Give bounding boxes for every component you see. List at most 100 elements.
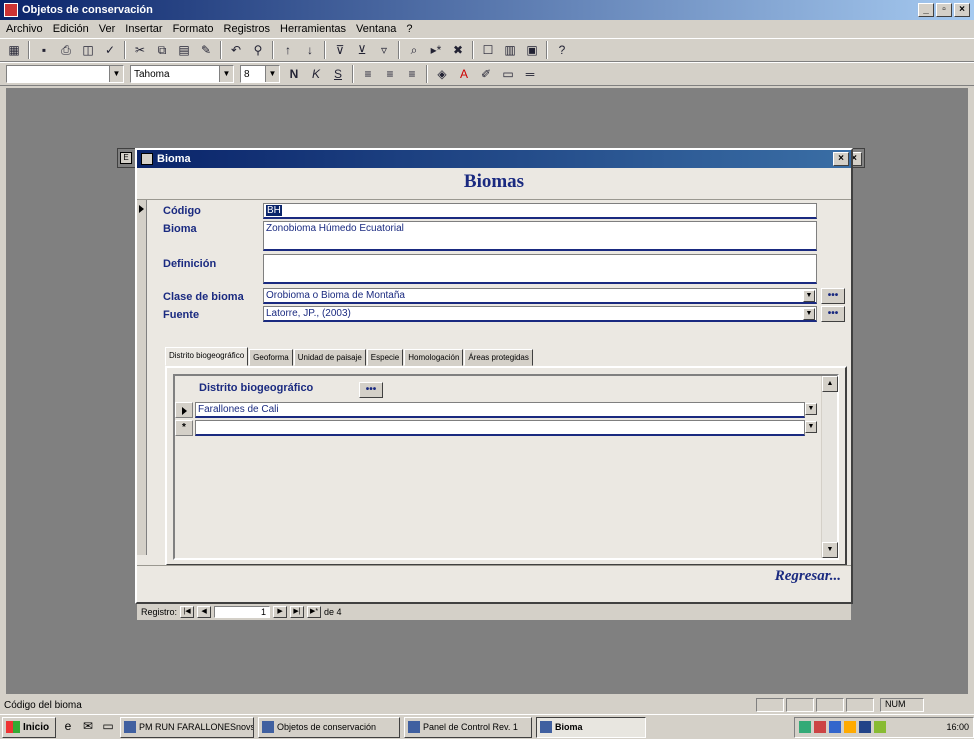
align-center-icon[interactable]: ≡ <box>382 66 398 82</box>
font-size-combo[interactable]: 8 ▼ <box>240 65 280 83</box>
record-number-input[interactable]: 1 <box>214 606 271 618</box>
bioma-field[interactable]: Zonobioma Húmedo Ecuatorial <box>263 221 817 251</box>
outlook-icon[interactable]: ✉ <box>80 719 96 735</box>
copy-icon[interactable]: ⧉ <box>154 42 170 58</box>
view-icon[interactable]: ▦ <box>6 42 22 58</box>
tab-homologacion[interactable]: Homologación <box>404 349 464 366</box>
chevron-down-icon[interactable]: ▼ <box>219 66 233 82</box>
font-color-icon[interactable]: A <box>456 66 472 82</box>
fuente-field[interactable]: Latorre, JP., (2003) <box>263 306 817 322</box>
help-icon[interactable]: ? <box>554 42 570 58</box>
italic-icon[interactable]: K <box>308 66 324 82</box>
minimize-button[interactable]: _ <box>918 3 934 17</box>
ie-icon[interactable]: e <box>60 719 76 735</box>
align-right-icon[interactable]: ≡ <box>404 66 420 82</box>
sort-descending-icon[interactable]: ↓ <box>302 42 318 58</box>
close-button[interactable]: × <box>954 3 970 17</box>
chevron-down-icon[interactable]: ▼ <box>803 290 815 302</box>
fuente-lookup-button[interactable]: ••• <box>821 306 845 322</box>
distrito-lookup-button[interactable]: ••• <box>359 382 383 398</box>
tab-areas-protegidas[interactable]: Áreas protegidas <box>464 349 533 366</box>
chevron-down-icon[interactable]: ▼ <box>803 308 815 320</box>
spelling-icon[interactable]: ✓ <box>102 42 118 58</box>
previous-record-icon[interactable]: ◀ <box>197 606 212 618</box>
menu-insertar[interactable]: Insertar <box>125 23 162 35</box>
bold-icon[interactable]: N <box>286 66 302 82</box>
clase-bioma-field[interactable]: Orobioma o Bioma de Montaña <box>263 288 817 304</box>
start-button[interactable]: Inicio <box>2 716 56 738</box>
print-preview-icon[interactable]: ◫ <box>80 42 96 58</box>
paste-icon[interactable]: ▤ <box>176 42 192 58</box>
sort-ascending-icon[interactable]: ↑ <box>280 42 296 58</box>
form-close-button[interactable]: × <box>833 152 849 166</box>
special-effect-icon[interactable]: ═ <box>522 66 538 82</box>
filter-by-selection-icon[interactable]: ⊽ <box>332 42 348 58</box>
cut-icon[interactable]: ✂ <box>132 42 148 58</box>
tab-geoforma[interactable]: Geoforma <box>249 349 293 366</box>
chevron-down-icon[interactable]: ▼ <box>805 403 817 415</box>
chevron-down-icon[interactable]: ▼ <box>109 66 123 82</box>
next-record-icon[interactable]: ▶ <box>273 606 288 618</box>
last-record-icon[interactable]: ▶| <box>290 606 305 618</box>
desktop-icon[interactable]: ▭ <box>100 719 116 735</box>
volume-icon[interactable] <box>829 721 841 733</box>
clase-bioma-lookup-button[interactable]: ••• <box>821 288 845 304</box>
menu-edicion[interactable]: Edición <box>53 23 89 35</box>
new-row-selector[interactable]: * <box>175 420 193 436</box>
chevron-down-icon[interactable]: ▼ <box>805 421 817 433</box>
fill-color-icon[interactable]: ◈ <box>434 66 450 82</box>
first-record-icon[interactable]: |◀ <box>180 606 195 618</box>
definicion-field[interactable] <box>263 254 817 284</box>
menu-herramientas[interactable]: Herramientas <box>280 23 346 35</box>
regresar-button[interactable]: Regresar... <box>775 568 841 585</box>
distrito-new-field[interactable] <box>195 420 805 436</box>
display-icon[interactable] <box>859 721 871 733</box>
new-record-nav-icon[interactable]: ▶* <box>307 606 322 618</box>
chevron-down-icon[interactable]: ▼ <box>265 66 279 82</box>
menu-registros[interactable]: Registros <box>224 23 270 35</box>
scroll-down-icon[interactable]: ▼ <box>822 542 838 558</box>
format-painter-icon[interactable]: ✎ <box>198 42 214 58</box>
align-left-icon[interactable]: ≡ <box>360 66 376 82</box>
properties-icon[interactable]: ☐ <box>480 42 496 58</box>
tab-distrito-biogeografico[interactable]: Distrito biogeográfico <box>165 347 249 366</box>
underline-icon[interactable]: S <box>330 66 346 82</box>
task-button-panel[interactable]: Panel de Control Rev. 1 <box>404 716 532 738</box>
menu-help[interactable]: ? <box>406 23 412 35</box>
border-width-icon[interactable]: ▭ <box>500 66 516 82</box>
subform-row[interactable]: Farallones de Cali ▼ <box>175 402 819 418</box>
subform-scrollbar[interactable]: ▲ ▼ <box>821 376 838 558</box>
object-combo[interactable]: ▼ <box>6 65 124 83</box>
distrito-field[interactable]: Farallones de Cali <box>195 402 805 418</box>
antivirus-icon[interactable] <box>814 721 826 733</box>
tab-especie[interactable]: Especie <box>366 349 404 366</box>
menu-formato[interactable]: Formato <box>173 23 214 35</box>
menu-archivo[interactable]: Archivo <box>6 23 43 35</box>
network-icon[interactable] <box>799 721 811 733</box>
new-record-icon[interactable]: ▸* <box>428 42 444 58</box>
find-icon[interactable]: ⌕ <box>406 42 422 58</box>
menu-ver[interactable]: Ver <box>99 23 116 35</box>
update-icon[interactable] <box>874 721 886 733</box>
print-icon[interactable]: ⎙ <box>58 42 74 58</box>
task-button-bioma[interactable]: Bioma <box>536 716 646 738</box>
restore-button[interactable]: ▫ <box>936 3 952 17</box>
database-window-icon[interactable]: ▥ <box>502 42 518 58</box>
row-selector[interactable] <box>175 402 193 418</box>
undo-icon[interactable]: ↶ <box>228 42 244 58</box>
new-object-icon[interactable]: ▣ <box>524 42 540 58</box>
messenger-icon[interactable] <box>844 721 856 733</box>
apply-filter-icon[interactable]: ▿ <box>376 42 392 58</box>
record-selector[interactable] <box>137 200 147 555</box>
codigo-field[interactable]: BH <box>263 203 817 219</box>
task-button-objetos[interactable]: Objetos de conservación <box>258 716 400 738</box>
delete-record-icon[interactable]: ✖ <box>450 42 466 58</box>
tab-unidad-paisaje[interactable]: Unidad de paisaje <box>293 349 366 366</box>
subform-new-row[interactable]: * ▼ <box>175 420 819 436</box>
filter-by-form-icon[interactable]: ⊻ <box>354 42 370 58</box>
hyperlink-icon[interactable]: ⚲ <box>250 42 266 58</box>
task-button-pm-run[interactable]: PM RUN FARALLONESnovs... <box>120 716 254 738</box>
font-name-combo[interactable]: Tahoma ▼ <box>130 65 234 83</box>
scroll-up-icon[interactable]: ▲ <box>822 376 838 392</box>
menu-ventana[interactable]: Ventana <box>356 23 396 35</box>
